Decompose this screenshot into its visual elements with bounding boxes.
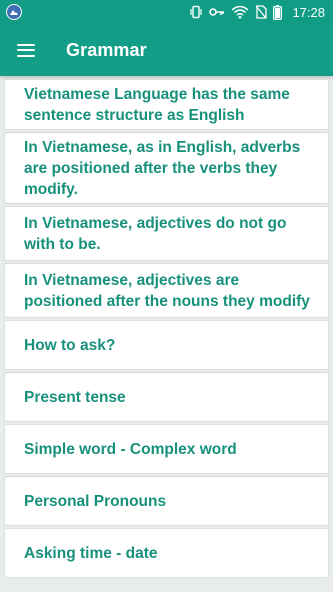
list-item[interactable]: Present tense — [4, 372, 329, 422]
battery-icon — [273, 4, 283, 20]
status-bar: 17:28 — [0, 0, 333, 24]
list-item[interactable]: How to ask? — [4, 320, 329, 370]
list-item[interactable]: In Vietnamese, as in English, adverbs ar… — [4, 132, 329, 204]
list-item[interactable]: In Vietnamese, adjectives do not go with… — [4, 206, 329, 261]
list-item[interactable]: Vietnamese Language has the same sentenc… — [4, 79, 329, 130]
wifi-icon — [231, 5, 249, 19]
list-item[interactable]: Asking time - date — [4, 528, 329, 578]
hamburger-menu-icon — [17, 43, 35, 57]
vibrate-icon — [189, 5, 203, 19]
status-time: 17:28 — [292, 4, 325, 20]
app-notification-icon — [6, 4, 22, 20]
key-icon — [209, 6, 225, 18]
page-title: Grammar — [66, 39, 147, 60]
grammar-topic-list: Vietnamese Language has the same sentenc… — [4, 79, 329, 580]
list-item[interactable]: Personal Pronouns — [4, 476, 329, 526]
no-sim-icon — [255, 5, 268, 19]
list-item[interactable]: In Vietnamese, adjectives are positioned… — [4, 263, 329, 318]
app-bar: Grammar — [0, 24, 333, 76]
menu-button[interactable] — [0, 24, 52, 76]
list-item[interactable]: Simple word - Complex word — [4, 424, 329, 474]
